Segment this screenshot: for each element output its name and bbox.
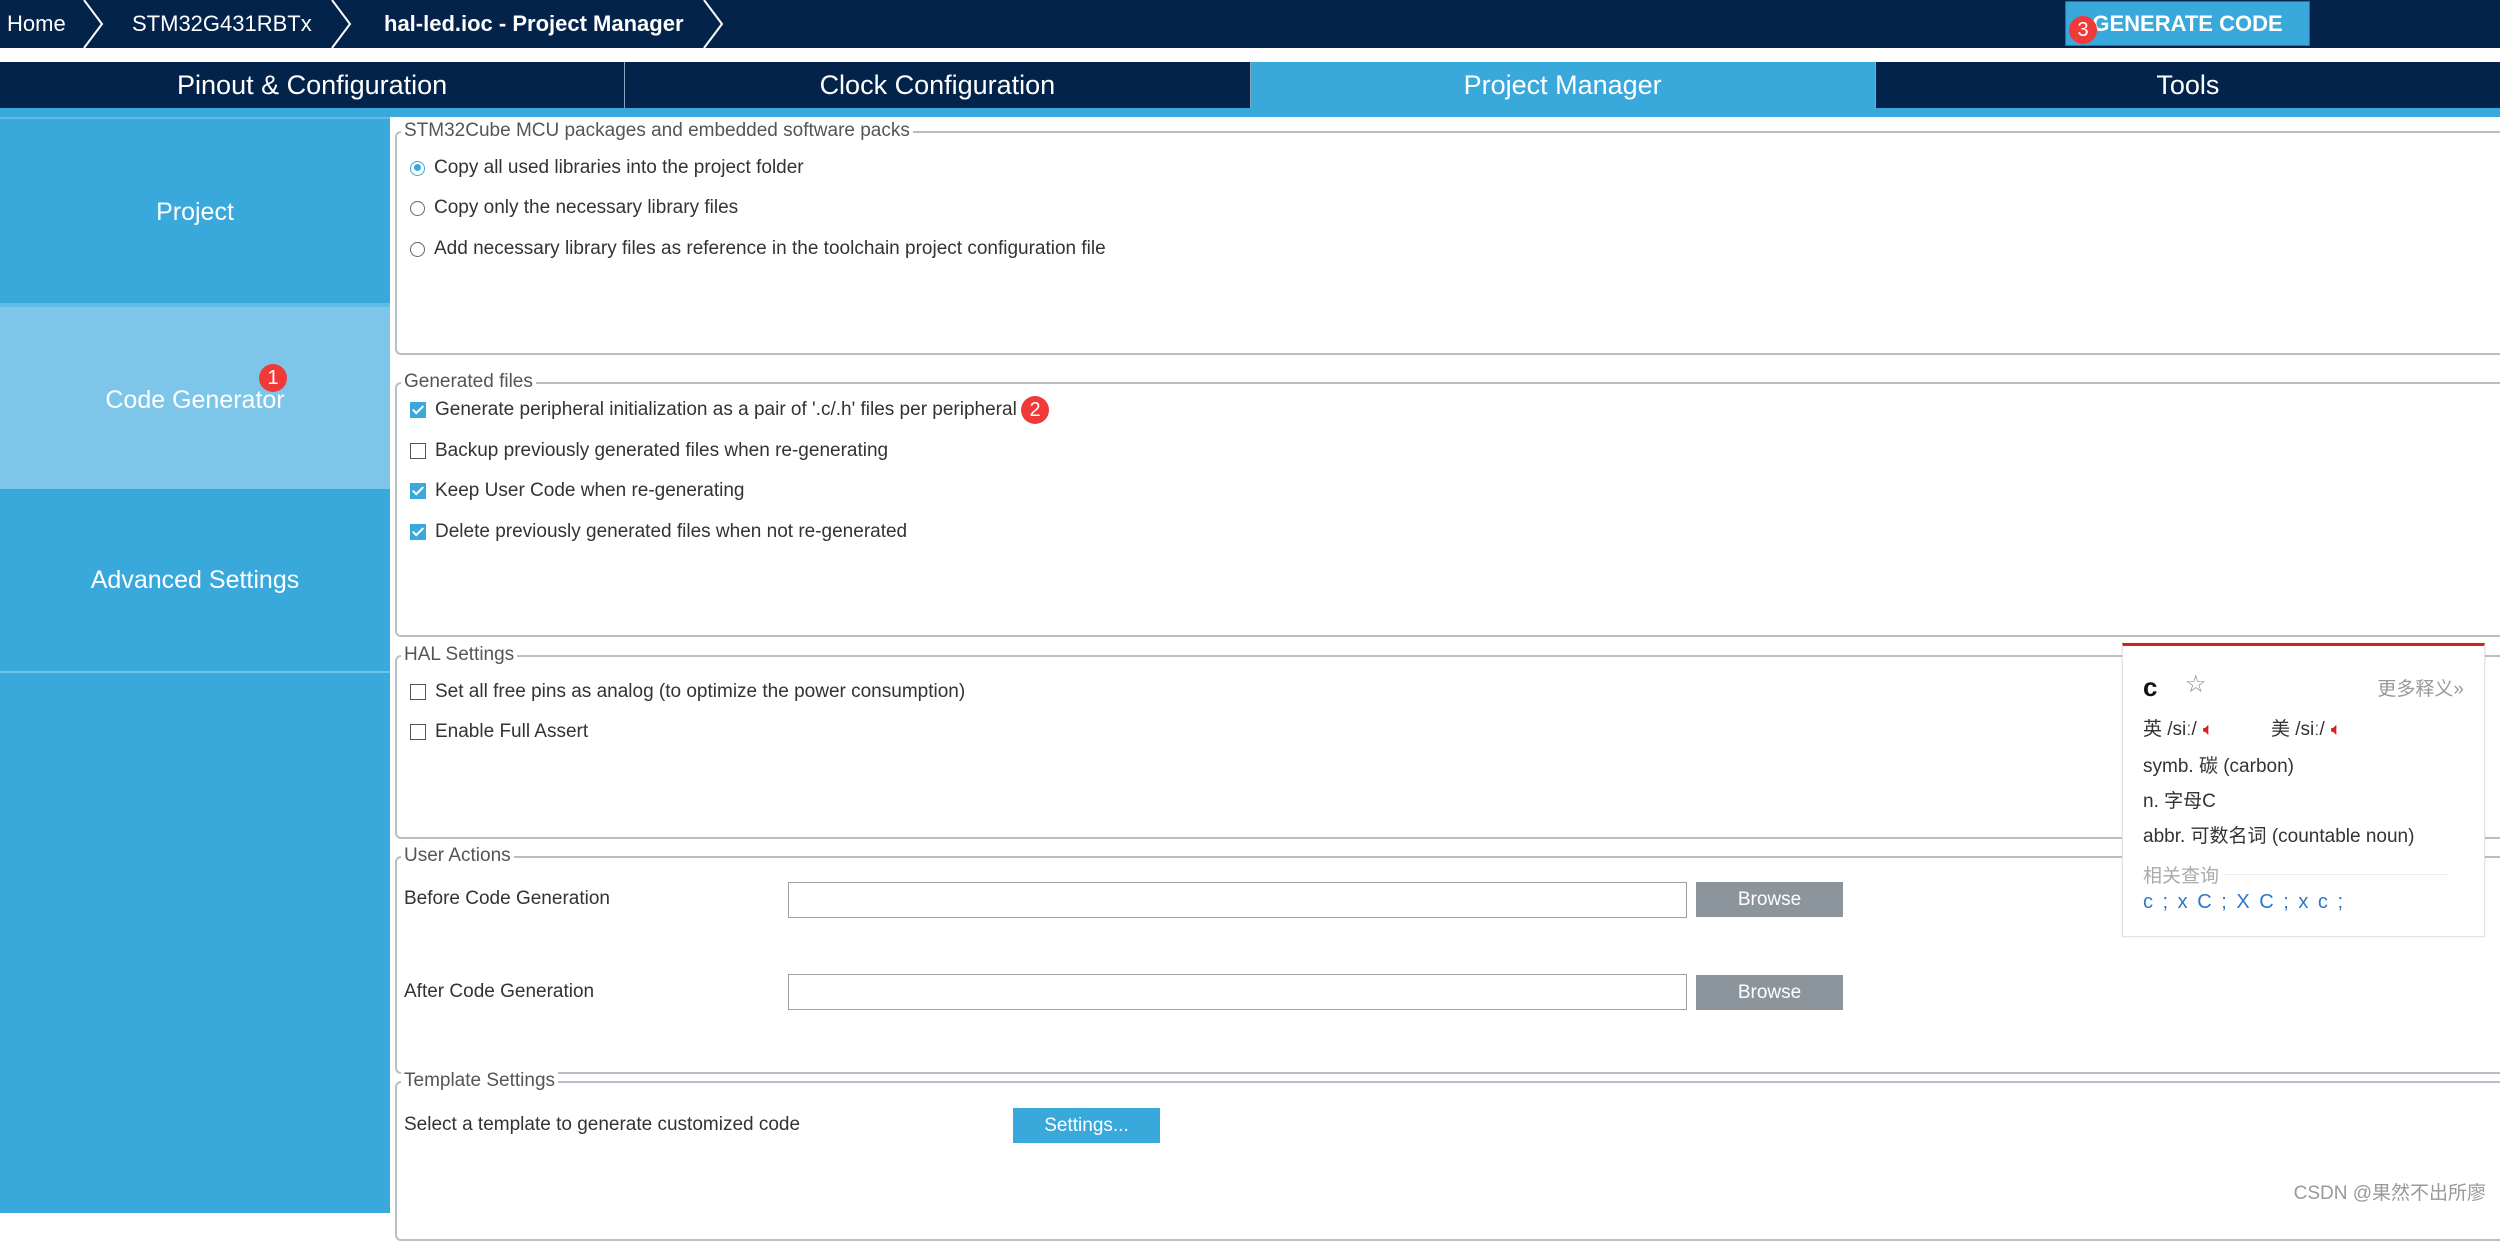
checkbox-backup-files[interactable]: Backup previously generated files when r… (410, 438, 888, 464)
after-code-generation-label: After Code Generation (404, 981, 595, 1002)
dictionary-word: c (2143, 672, 2158, 702)
breadcrumb-chevron-icon (83, 0, 104, 48)
annotation-badge-3: 3 (2069, 16, 2097, 44)
dictionary-popup: c ☆ 更多释义» 英 /siː/ 🔈︎ 美 /siː/ 🔈︎ symb. 碳 (c… (2122, 643, 2485, 937)
breadcrumb-chevron-icon (703, 0, 724, 48)
radio-copy-all-libraries[interactable]: Copy all used libraries into the project… (410, 155, 804, 181)
related-queries-title: 相关查询 (2143, 866, 2220, 887)
generated-files-legend: Generated files (401, 371, 536, 393)
checkbox-label: Enable Full Assert (435, 721, 589, 742)
hal-settings-legend: HAL Settings (401, 644, 518, 666)
sidebar-item-label: Code Generator (105, 386, 285, 414)
more-definitions-link[interactable]: 更多释义» (2377, 674, 2464, 701)
breadcrumb-home[interactable]: Home (7, 0, 66, 48)
template-settings-fieldset: Template Settings (395, 1070, 2500, 1241)
checkbox-free-pins-analog[interactable]: Set all free pins as analog (to optimize… (410, 679, 965, 705)
sidebar-item-advanced-settings[interactable]: Advanced Settings (0, 489, 390, 671)
radio-add-as-reference[interactable]: Add necessary library files as reference… (410, 236, 1106, 262)
sidebar-divider (0, 671, 390, 673)
definition-line: abbr. 可数名词 (countable noun) (2143, 826, 2415, 847)
checkbox-keep-user-code[interactable]: Keep User Code when re-generating (410, 478, 744, 504)
sidebar-item-label: Project (156, 198, 234, 226)
generate-code-button[interactable]: GENERATE CODE (2065, 1, 2310, 46)
sidebar-item-code-generator[interactable]: Code Generator (0, 303, 390, 489)
template-settings-button[interactable]: Settings... (1013, 1108, 1160, 1143)
sidebar-item-project[interactable]: Project (0, 117, 390, 303)
radio-unselected-icon[interactable] (410, 241, 425, 257)
before-code-generation-input[interactable] (788, 882, 1687, 918)
checkbox-label: Generate peripheral initialization as a … (435, 399, 1017, 420)
before-browse-button[interactable]: Browse (1696, 882, 1843, 917)
related-divider (2223, 874, 2448, 875)
checkbox-checked-icon[interactable] (410, 483, 426, 499)
radio-selected-icon[interactable] (410, 160, 425, 176)
checkbox-unchecked-icon[interactable] (410, 724, 426, 740)
packages-legend: STM32Cube MCU packages and embedded soft… (401, 120, 913, 142)
after-browse-button[interactable]: Browse (1696, 975, 1843, 1010)
speaker-icon[interactable]: 🔈︎ (2203, 719, 2214, 739)
checkbox-label: Set all free pins as analog (to optimize… (435, 681, 966, 702)
annotation-badge-2: 2 (1021, 396, 1049, 424)
related-queries-links[interactable]: c ; x C ; X C ; x c ; (2143, 891, 2345, 914)
checkbox-label: Delete previously generated files when n… (435, 521, 908, 542)
checkbox-label: Keep User Code when re-generating (435, 480, 745, 501)
sidebar: Project Code Generator Advanced Settings (0, 117, 390, 1213)
us-pronunciation: 美 /siː/ 🔈︎ (2271, 714, 2342, 741)
radio-label: Add necessary library files as reference… (434, 238, 1106, 259)
uk-pronunciation: 英 /siː/ 🔈︎ (2143, 714, 2214, 741)
definition-line: symb. 碳 (carbon) (2143, 756, 2294, 777)
checkbox-delete-previous-files[interactable]: Delete previously generated files when n… (410, 519, 907, 545)
checkbox-unchecked-icon[interactable] (410, 443, 426, 459)
radio-unselected-icon[interactable] (410, 200, 425, 216)
breadcrumb-project[interactable]: hal-led.ioc - Project Manager (384, 0, 684, 48)
tab-project-manager[interactable]: Project Manager (1249, 62, 1875, 108)
checkbox-checked-icon[interactable] (410, 524, 426, 540)
after-code-generation-input[interactable] (788, 974, 1687, 1010)
checkbox-checked-icon[interactable] (410, 402, 426, 418)
breadcrumb-chevron-icon (331, 0, 352, 48)
uk-phonetic: 英 /siː/ (2143, 719, 2197, 740)
template-settings-legend: Template Settings (401, 1070, 559, 1092)
main-tabs: Pinout & Configuration Clock Configurati… (0, 62, 2500, 108)
template-settings-label: Select a template to generate customized… (404, 1114, 801, 1135)
tab-tools[interactable]: Tools (1874, 62, 2500, 108)
tab-clock-configuration[interactable]: Clock Configuration (624, 62, 1249, 108)
definition-line: n. 字母C (2143, 791, 2216, 812)
checkbox-label: Backup previously generated files when r… (435, 440, 889, 461)
before-code-generation-label: Before Code Generation (404, 888, 610, 909)
star-icon[interactable]: ☆ (2185, 670, 2207, 699)
sidebar-item-label: Advanced Settings (90, 566, 300, 594)
checkbox-unchecked-icon[interactable] (410, 684, 426, 700)
breadcrumb-mcu[interactable]: STM32G431RBTx (132, 0, 312, 48)
checkbox-pair-files-per-peripheral[interactable]: Generate peripheral initialization as a … (410, 397, 1017, 423)
checkbox-enable-full-assert[interactable]: Enable Full Assert (410, 719, 588, 745)
user-actions-legend: User Actions (401, 845, 514, 867)
tab-underline-strip (0, 108, 2500, 117)
radio-label: Copy all used libraries into the project… (434, 157, 804, 178)
tab-pinout-configuration[interactable]: Pinout & Configuration (0, 62, 624, 108)
speaker-icon[interactable]: 🔈︎ (2331, 719, 2342, 739)
radio-label: Copy only the necessary library files (434, 197, 739, 218)
annotation-badge-1: 1 (259, 364, 287, 392)
watermark: CSDN @果然不出所廖 (2293, 1183, 2486, 1204)
us-phonetic: 美 /siː/ (2271, 719, 2325, 740)
radio-copy-necessary-files[interactable]: Copy only the necessary library files (410, 195, 738, 221)
